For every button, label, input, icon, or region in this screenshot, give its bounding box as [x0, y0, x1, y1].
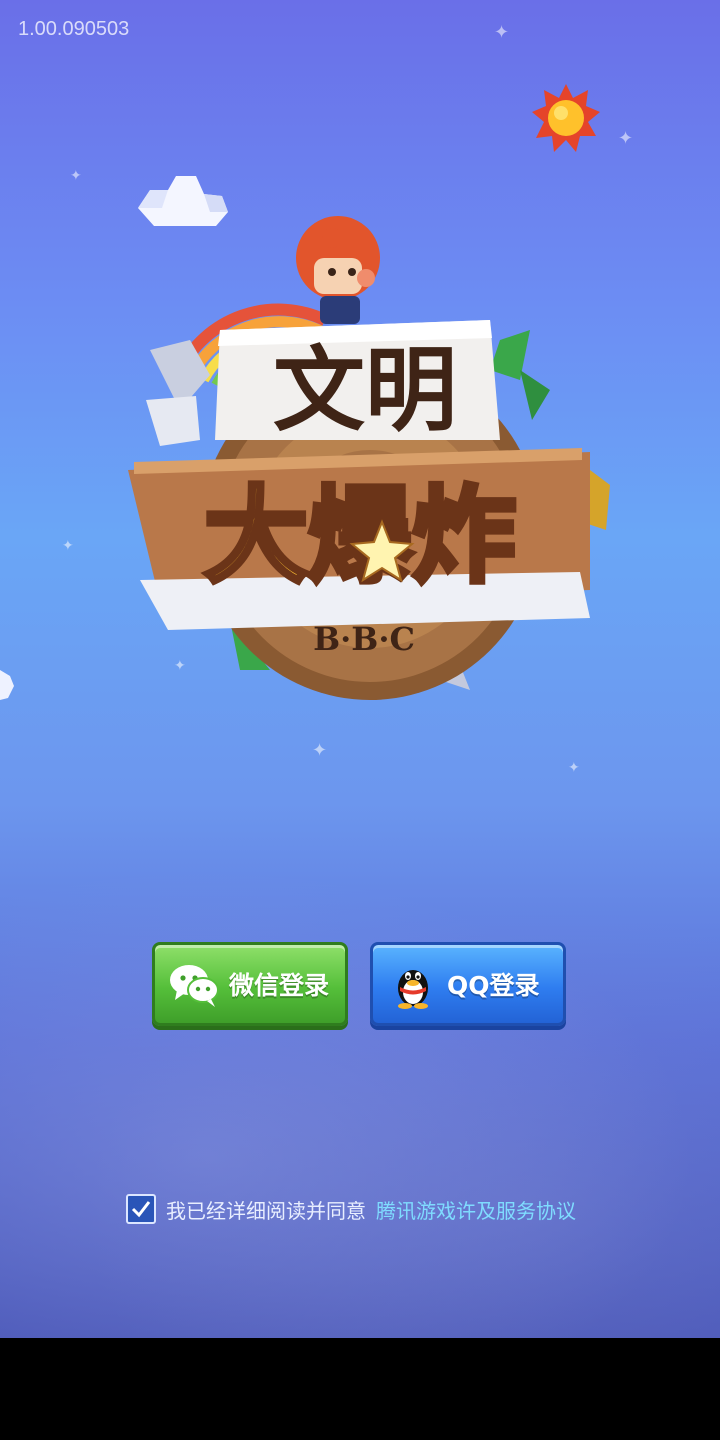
logo-subtitle: B·B·C — [313, 620, 415, 658]
sparkle-icon: ✦ — [62, 538, 74, 554]
sparkle-icon: ✦ — [568, 760, 580, 776]
agreement-link[interactable]: 腾讯游戏许及服务协议 — [376, 1195, 576, 1224]
sparkle-icon: ✦ — [618, 128, 634, 149]
background-haze — [0, 820, 720, 1338]
qq-penguin-icon — [398, 970, 428, 1009]
sparkle-icon: ✦ — [312, 740, 328, 761]
sparkle-icon: ✦ — [70, 168, 82, 184]
cloud-icon — [0, 670, 14, 700]
game-logo: 文明 大爆炸 B·B·C — [128, 216, 610, 700]
wechat-login-label: 微信登录 — [229, 971, 330, 1000]
agreement-checkbox[interactable] — [126, 1194, 156, 1224]
agreement-text: 我已经详细阅读并同意 — [166, 1198, 366, 1223]
wechat-icon — [170, 965, 219, 1007]
qq-login-button[interactable]: QQ登录 — [370, 942, 566, 1026]
system-navigation-bar — [0, 1338, 720, 1440]
logo-title-line1: 文明 — [273, 337, 457, 444]
logo-title-line2: 大爆炸 — [204, 475, 516, 597]
sparkle-icon: ✦ — [494, 22, 510, 43]
wechat-login-button[interactable]: 微信登录 — [152, 942, 348, 1026]
agreement-row: 我已经详细阅读并同意 腾讯游戏许及服务协议 — [126, 1192, 576, 1226]
version-label: 1.00.090503 — [18, 18, 130, 40]
login-screen: 1.00.090503 ✦ ✦ ✦ ✦ ✦ ✦ ✦ 文明 大爆炸 B·B·C 微… — [0, 0, 720, 1338]
sun-icon — [532, 84, 600, 152]
checkmark-icon — [131, 1201, 151, 1218]
qq-login-label: QQ登录 — [447, 971, 540, 1000]
